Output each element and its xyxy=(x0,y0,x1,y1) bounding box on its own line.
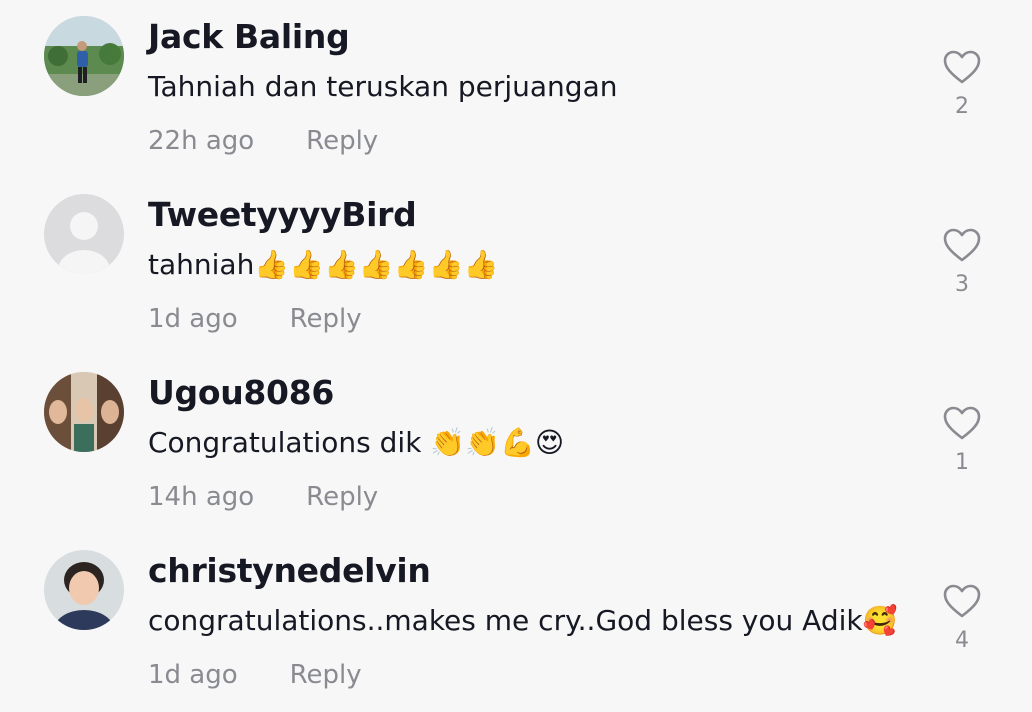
default-avatar-icon xyxy=(44,194,124,274)
comment-username[interactable]: christynedelvin xyxy=(148,550,431,592)
avatar[interactable] xyxy=(44,194,124,274)
comment-text: Congratulations dik 👏👏💪😍 xyxy=(148,426,565,459)
comment-timestamp: 1d ago xyxy=(148,304,238,334)
avatar[interactable] xyxy=(44,372,124,452)
avatar-photo-icon xyxy=(44,16,124,96)
comment-meta: 22h ago Reply xyxy=(148,124,378,158)
comment-item: TweetyyyyBird tahniah👍👍👍👍👍👍👍 1d ago Reply… xyxy=(0,178,1032,356)
comment-meta: 1d ago Reply xyxy=(148,302,362,336)
comment-username[interactable]: Ugou8086 xyxy=(148,372,334,414)
comment-item: christynedelvin congratulations..makes m… xyxy=(0,534,1032,712)
comment-timestamp: 1d ago xyxy=(148,660,238,690)
like-count: 1 xyxy=(955,450,969,475)
avatar-photo-icon xyxy=(44,372,124,452)
comment-item: Ugou8086 Congratulations dik 👏👏💪😍 14h ag… xyxy=(0,356,1032,534)
reply-button[interactable]: Reply xyxy=(306,126,378,156)
comment-text: Tahniah dan teruskan perjuangan xyxy=(148,70,618,103)
reply-button[interactable]: Reply xyxy=(290,660,362,690)
avatar[interactable] xyxy=(44,550,124,630)
reply-button[interactable]: Reply xyxy=(306,482,378,512)
comment-timestamp: 22h ago xyxy=(148,126,255,156)
comment-text: tahniah👍👍👍👍👍👍👍 xyxy=(148,248,499,281)
comment-timestamp: 14h ago xyxy=(148,482,255,512)
avatar-photo-icon xyxy=(44,550,124,630)
comment-item: Jack Baling Tahniah dan teruskan perjuan… xyxy=(0,0,1032,178)
comment-meta: 1d ago Reply xyxy=(148,658,362,692)
comment-username[interactable]: TweetyyyyBird xyxy=(148,194,417,236)
like-count: 3 xyxy=(955,272,969,297)
comment-meta: 14h ago Reply xyxy=(148,480,378,514)
comment-text: congratulations..makes me cry..God bless… xyxy=(148,604,898,637)
comment-username[interactable]: Jack Baling xyxy=(148,16,350,58)
heart-outline-icon[interactable] xyxy=(942,48,982,88)
avatar[interactable] xyxy=(44,16,124,96)
like-control: 4 xyxy=(942,582,982,682)
reply-button[interactable]: Reply xyxy=(290,304,362,334)
heart-outline-icon[interactable] xyxy=(942,582,982,622)
like-control: 3 xyxy=(942,226,982,326)
like-control: 1 xyxy=(942,404,982,504)
like-control: 2 xyxy=(942,48,982,148)
like-count: 4 xyxy=(955,628,969,653)
heart-outline-icon[interactable] xyxy=(942,404,982,444)
like-count: 2 xyxy=(955,94,969,119)
heart-outline-icon[interactable] xyxy=(942,226,982,266)
